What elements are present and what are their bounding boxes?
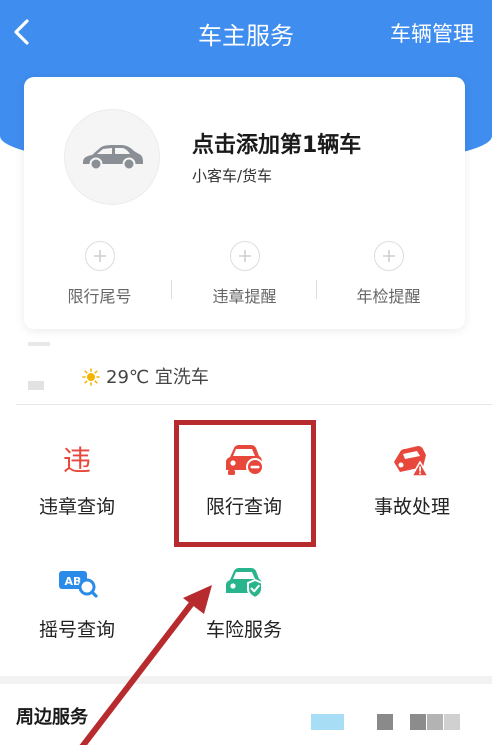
plus-icon — [84, 241, 115, 271]
plus-icon — [373, 241, 404, 271]
section-gap — [0, 676, 492, 684]
violation-icon: 违 — [0, 440, 157, 480]
placeholder-block — [311, 714, 344, 730]
insurance-car-icon — [164, 563, 324, 603]
sun-icon — [82, 368, 100, 391]
service-car-insurance[interactable]: 车险服务 — [164, 563, 324, 642]
plus-icon — [229, 241, 260, 271]
quick-action-label: 年检提醒 — [356, 287, 421, 306]
quick-action-inspection-reminder[interactable]: 年检提醒 — [315, 241, 462, 307]
placeholder-block — [410, 714, 426, 730]
quick-action-label: 违章提醒 — [212, 287, 277, 306]
service-label: 事故处理 — [373, 496, 450, 518]
placeholder-block — [427, 714, 443, 730]
placeholder-block — [377, 714, 393, 730]
service-lottery-query[interactable]: AB 摇号查询 — [0, 563, 157, 642]
weather-text: 29℃ 宜洗车 — [106, 367, 209, 388]
service-violation-query[interactable]: 违 违章查询 — [0, 440, 157, 519]
accident-icon — [332, 440, 492, 480]
weather-row: 29℃ 宜洗车 — [82, 363, 209, 389]
car-avatar[interactable] — [64, 109, 160, 205]
service-label: 摇号查询 — [38, 619, 115, 641]
quick-action-label: 限行尾号 — [67, 287, 132, 306]
highlight-box — [174, 420, 316, 547]
service-label: 车险服务 — [205, 619, 282, 641]
svg-text:违: 违 — [63, 444, 91, 477]
vehicle-type-subtitle: 小客车/货车 — [192, 167, 273, 185]
car-icon — [83, 145, 143, 171]
service-accident-handling[interactable]: 事故处理 — [332, 440, 492, 519]
quick-action-violation-reminder[interactable]: 违章提醒 — [171, 241, 318, 307]
service-label: 违章查询 — [38, 496, 115, 518]
section-divider — [16, 404, 492, 405]
lottery-search-icon: AB — [0, 563, 157, 603]
add-vehicle-title[interactable]: 点击添加第1辆车 — [192, 127, 361, 159]
placeholder-block — [444, 714, 460, 730]
vehicle-management-link[interactable]: 车辆管理 — [390, 18, 474, 48]
vehicle-card[interactable]: 点击添加第1辆车 小客车/货车 限行尾号 违章提醒 年检提醒 — [24, 77, 465, 329]
placeholder-mark — [28, 342, 50, 346]
nearby-services-title: 周边服务 — [16, 707, 88, 728]
quick-action-restriction-tail[interactable]: 限行尾号 — [26, 241, 173, 307]
placeholder-mark — [28, 381, 44, 390]
